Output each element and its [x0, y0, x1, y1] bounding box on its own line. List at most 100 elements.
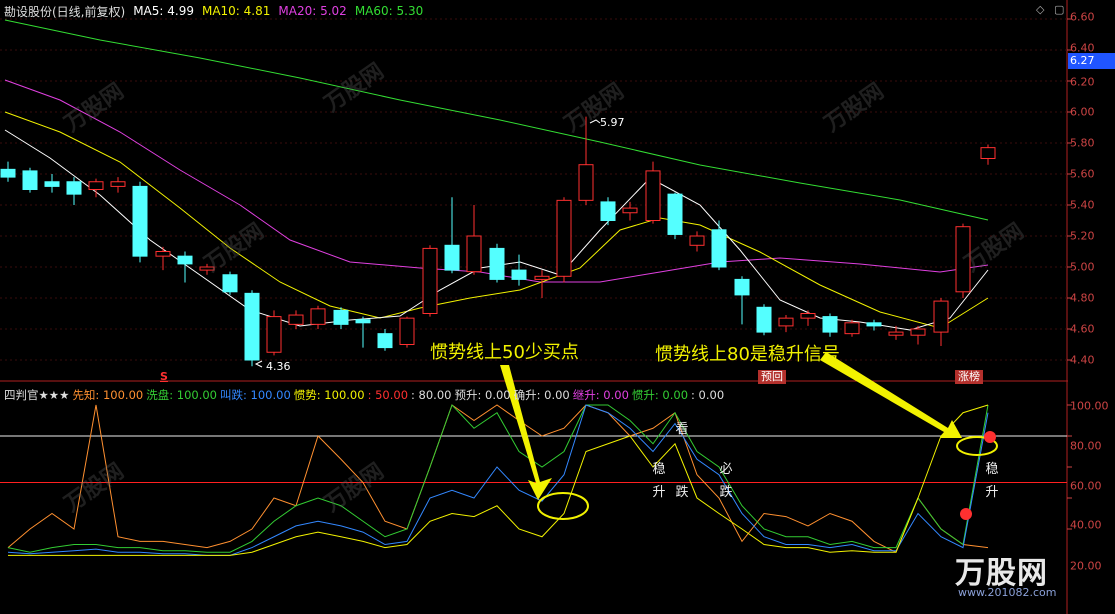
candle-body — [578, 164, 594, 201]
indicator-line-green — [7, 404, 989, 553]
price-tick: 5.60 — [1070, 167, 1095, 181]
ma5-line — [4, 129, 989, 331]
arrow-right — [820, 352, 962, 438]
candle-body — [244, 292, 260, 361]
indicator-header: 四判官★★★ 先知: 100.00 洗盘: 100.00 叫跌: 100.00 … — [4, 386, 724, 404]
indicator-value: 确升: 0.00 — [513, 388, 570, 402]
pre-return-tag: 预回 — [758, 370, 786, 384]
price-tick: 6.20 — [1070, 75, 1095, 89]
ma10-line — [4, 111, 989, 329]
candle-body — [600, 201, 616, 221]
candle-body — [444, 244, 460, 271]
candle-body — [756, 306, 772, 333]
candle-body — [22, 170, 38, 190]
window-controls[interactable]: ◇ ▢ — [1036, 3, 1064, 16]
candle-body — [689, 235, 705, 246]
candle-body — [822, 316, 838, 333]
indicator-tick: 80.00 — [1070, 439, 1102, 453]
candle-body — [778, 317, 794, 327]
candle-body — [399, 317, 415, 345]
signal-dot — [960, 508, 972, 520]
candle-body — [667, 193, 683, 235]
ma60-label: MA60: 5.30 — [354, 4, 424, 18]
candle-body — [288, 314, 304, 325]
candle-body — [645, 170, 661, 221]
price-tick: 4.60 — [1070, 322, 1095, 336]
candle-body — [310, 308, 326, 325]
candle-body — [155, 251, 171, 257]
candle-body — [711, 229, 727, 268]
indicator-axis: 100.00 80.00 60.00 40.00 20.00 — [1068, 382, 1115, 614]
candle-body — [88, 181, 104, 190]
price-tick: 5.00 — [1070, 260, 1095, 274]
candle-body — [511, 269, 527, 280]
candle-body — [377, 333, 393, 349]
ma5-label: MA5: 4.99 — [133, 4, 194, 18]
indicator-tick: 100.00 — [1070, 399, 1109, 413]
price-tick: 4.80 — [1070, 291, 1095, 305]
indicator-name[interactable]: 四判官★★★ — [4, 387, 69, 403]
price-tick: 6.00 — [1070, 105, 1095, 119]
candle-body — [466, 235, 482, 273]
candle-body — [66, 181, 82, 195]
indicator-tick: 20.00 — [1070, 559, 1102, 573]
indicator-value: 惯升: 0.00 — [631, 388, 689, 402]
indicator-value: 先知: 100.00 — [72, 388, 144, 402]
candle-body — [489, 247, 505, 280]
indicator-value: 继升: 0.00 — [572, 388, 629, 402]
label-bi-die: 必跌 — [719, 462, 733, 500]
candle-body — [933, 300, 949, 333]
indicator-tick: 60.00 — [1070, 479, 1102, 493]
label-wen-sheng: 稳升 — [985, 462, 999, 500]
label-kan: 看 — [675, 422, 689, 437]
candle-body — [734, 278, 750, 296]
candle-body — [266, 316, 282, 353]
indicator-value: 惯势: 100.00 — [293, 388, 365, 402]
chart-stage: 万股网 万股网 万股网 万股网 万股网 万股网 万股网 万股网 勘设股份(日线,… — [0, 0, 1115, 614]
stock-title[interactable]: 勘设股份(日线,前复权) — [4, 3, 125, 20]
candle-body — [132, 185, 148, 257]
candle-body — [910, 328, 926, 336]
diamond-icon[interactable]: ◇ — [1036, 3, 1044, 16]
indicator-line-blue — [7, 404, 989, 556]
ma20-label: MA20: 5.02 — [278, 4, 347, 18]
candle-body — [355, 319, 371, 324]
candle-body — [222, 274, 238, 293]
candle-body — [177, 255, 193, 265]
candle-body — [0, 168, 16, 178]
annotation-right: 惯势线上80是稳升信号 — [655, 344, 840, 365]
ma10-label: MA10: 4.81 — [201, 4, 271, 18]
price-tick: 5.40 — [1070, 198, 1095, 212]
signal-dot — [984, 431, 996, 443]
price-tick: 4.40 — [1070, 353, 1095, 367]
indicator-tick: 40.00 — [1070, 518, 1102, 532]
candle-body — [622, 207, 638, 214]
candle-body — [866, 322, 882, 327]
indicator-value: 洗盘: 100.00 — [146, 388, 217, 402]
candle-body — [534, 275, 550, 280]
indicator-value: 叫跌: 100.00 — [220, 388, 291, 402]
candle-body — [422, 247, 438, 314]
limit-up-tag: 涨榜 — [955, 370, 983, 384]
brand-url: www.201082.com — [958, 586, 1057, 599]
low-price-label: 4.36 — [266, 360, 291, 373]
indicator-value: : 80.00 — [411, 388, 452, 402]
indicator-value: 预升: 0.00 — [454, 388, 511, 402]
price-tick: 6.60 — [1070, 10, 1095, 24]
label-wen-sheng: 稳升 — [652, 462, 666, 500]
main-header: 勘设股份(日线,前复权) MA5: 4.99 MA10: 4.81 MA20: … — [4, 2, 423, 20]
candle-body — [44, 181, 60, 187]
price-tick: 5.80 — [1070, 136, 1095, 150]
candle-body — [980, 147, 996, 159]
chart-canvas — [0, 0, 1072, 614]
close-square-icon[interactable]: ▢ — [1054, 3, 1064, 16]
candle-body — [888, 331, 904, 336]
candle-body — [556, 199, 572, 277]
candle-body — [800, 313, 816, 319]
price-tick: 5.20 — [1070, 229, 1095, 243]
indicator-value: : 0.00 — [691, 388, 725, 402]
indicator-value: : 50.00 — [367, 388, 409, 402]
low-pointer — [254, 360, 263, 368]
indicator-line-yellow — [8, 404, 989, 556]
current-price-badge: 6.27 — [1068, 53, 1115, 69]
